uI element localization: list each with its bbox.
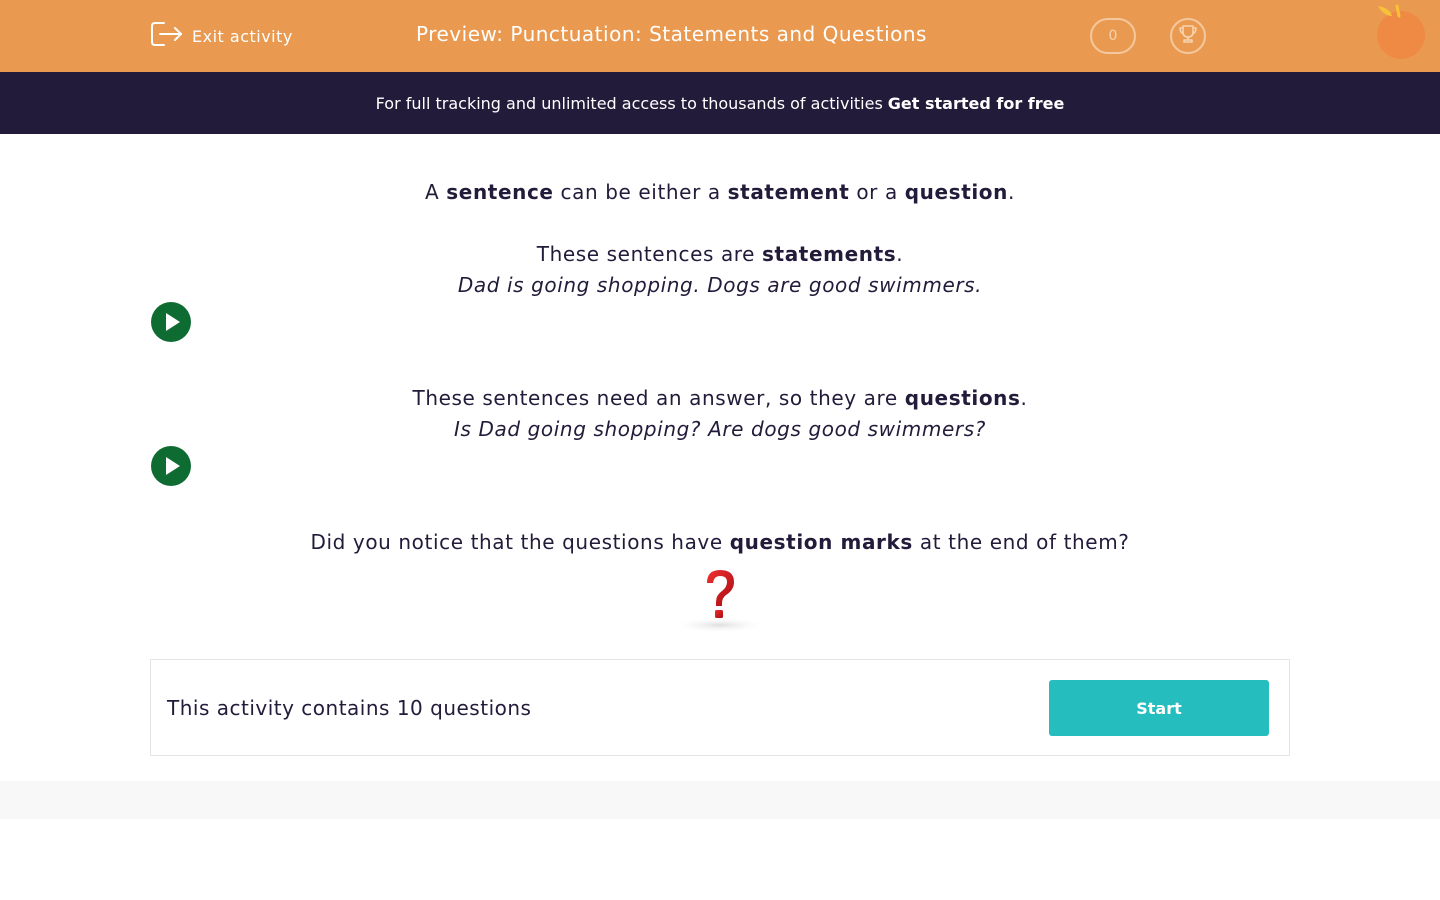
activity-question-count: This activity contains 10 questions (167, 696, 532, 720)
start-button[interactable]: Start (1049, 680, 1269, 736)
play-questions-audio-button[interactable] (151, 446, 191, 486)
exit-activity-label: Exit activity (192, 26, 293, 46)
statements-example: Dad is going shopping. Dogs are good swi… (457, 273, 983, 297)
play-statements-audio-button[interactable] (151, 302, 191, 342)
question-mark-image (670, 565, 770, 635)
intro-text: A sentence can be either a statement or … (425, 180, 1015, 204)
statements-text: These sentences are statements. (536, 242, 904, 266)
footer-band (0, 781, 1440, 819)
notice-text: Did you notice that the questions have q… (310, 530, 1130, 554)
activity-panel: This activity contains 10 questions Star… (150, 659, 1290, 756)
exit-activity-button[interactable]: Exit activity (150, 22, 293, 50)
logo-icon (1376, 4, 1428, 62)
page-title: Preview: Punctuation: Statements and Que… (416, 22, 927, 46)
questions-text: These sentences need an answer, so they … (412, 386, 1028, 410)
promo-text: For full tracking and unlimited access t… (375, 93, 883, 113)
trophy-icon (1177, 23, 1199, 49)
top-bar: Exit activity Preview: Punctuation: Stat… (0, 0, 1440, 72)
exit-icon (150, 20, 183, 52)
score-badge: 0 (1090, 18, 1136, 54)
promo-banner: For full tracking and unlimited access t… (0, 72, 1440, 134)
get-started-link[interactable]: Get started for free (888, 94, 1065, 113)
play-icon (166, 313, 180, 331)
trophy-button[interactable] (1170, 18, 1206, 54)
play-icon (166, 457, 180, 475)
questions-example: Is Dad going shopping? Are dogs good swi… (454, 417, 986, 441)
